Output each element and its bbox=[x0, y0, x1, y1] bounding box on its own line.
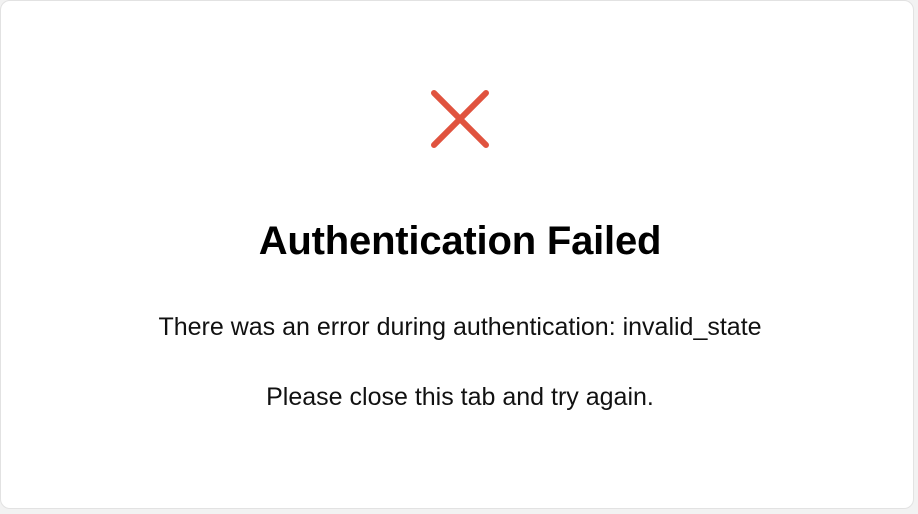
error-message: There was an error during authentication… bbox=[158, 313, 762, 341]
instruction-message: Please close this tab and try again. bbox=[266, 383, 654, 411]
auth-result-card: Authentication Failed There was an error… bbox=[0, 0, 914, 509]
close-icon bbox=[430, 89, 490, 149]
page-title: Authentication Failed bbox=[258, 219, 662, 263]
